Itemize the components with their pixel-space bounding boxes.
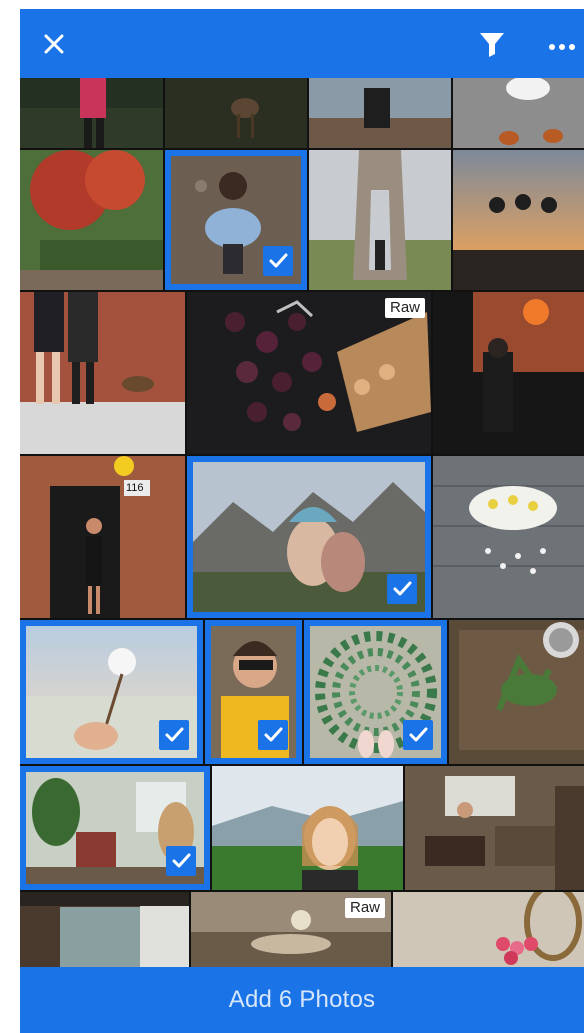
photo-tile[interactable] — [309, 78, 451, 148]
photo-grid: Raw 116 Raw — [20, 78, 584, 967]
add-photos-label: Add 6 Photos — [228, 986, 376, 1013]
checkmark-icon — [387, 574, 417, 604]
checkmark-icon — [159, 720, 189, 750]
photo-tile[interactable] — [393, 892, 584, 967]
checkmark-icon — [166, 846, 196, 876]
photo-tile[interactable] — [20, 766, 210, 890]
photo-tile[interactable] — [433, 292, 584, 454]
filter-icon[interactable] — [478, 30, 506, 58]
add-photos-button[interactable]: Add 6 Photos — [20, 967, 584, 1033]
photo-tile[interactable] — [433, 456, 584, 618]
photo-tile[interactable] — [20, 292, 185, 454]
photo-tile[interactable] — [309, 150, 451, 290]
photo-tile[interactable] — [449, 620, 584, 764]
raw-badge: Raw — [384, 298, 425, 318]
photo-picker-screen: Raw 116 Raw Add 6 Photos — [20, 9, 584, 1033]
door-number: 116 — [126, 482, 144, 494]
photo-tile[interactable] — [165, 78, 307, 148]
more-icon[interactable] — [548, 39, 576, 50]
close-icon[interactable] — [42, 32, 66, 56]
photo-tile[interactable] — [304, 620, 447, 764]
photo-tile[interactable]: Raw — [191, 892, 391, 967]
photo-tile[interactable] — [187, 456, 431, 618]
photo-tile[interactable]: 116 — [20, 456, 185, 618]
photo-tile[interactable] — [453, 78, 584, 148]
checkmark-icon — [258, 720, 288, 750]
checkmark-icon — [263, 246, 293, 276]
photo-tile[interactable] — [20, 150, 163, 290]
checkmark-icon — [403, 720, 433, 750]
photo-tile[interactable]: Raw — [187, 292, 431, 454]
photo-tile[interactable] — [212, 766, 403, 890]
raw-badge: Raw — [344, 898, 385, 918]
photo-tile[interactable] — [405, 766, 584, 890]
photo-tile[interactable] — [205, 620, 302, 764]
photo-tile[interactable] — [165, 150, 307, 290]
top-toolbar — [20, 9, 584, 78]
photo-tile[interactable] — [20, 892, 189, 967]
photo-tile[interactable] — [453, 150, 584, 290]
photo-tile[interactable] — [20, 620, 203, 764]
photo-tile[interactable] — [20, 78, 163, 148]
